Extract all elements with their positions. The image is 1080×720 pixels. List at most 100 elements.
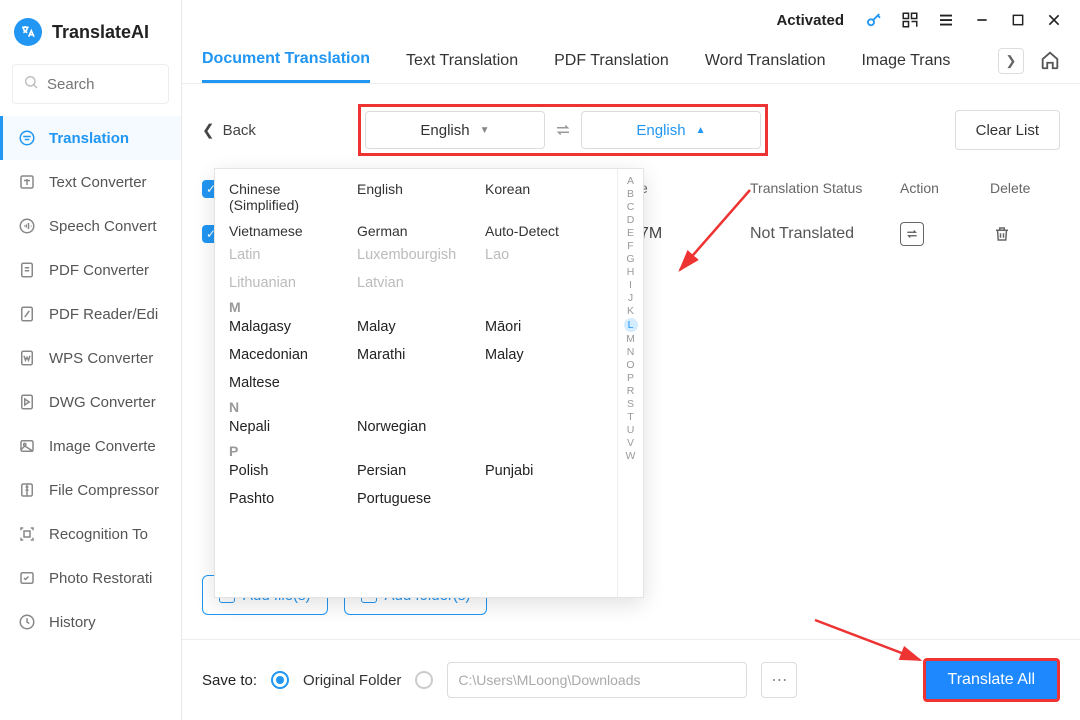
lang-option[interactable]: Macedonian xyxy=(229,347,347,363)
tabs: Document Translation Text Translation PD… xyxy=(182,40,1080,84)
back-button[interactable]: ❮ Back xyxy=(202,121,256,139)
alpha-letter[interactable]: T xyxy=(627,411,633,423)
sidebar-item-image-converter[interactable]: Image Converte xyxy=(0,424,181,468)
alpha-letter[interactable]: I xyxy=(629,279,632,291)
lang-option[interactable]: Auto-Detect xyxy=(485,223,603,239)
lang-option[interactable]: English xyxy=(357,181,475,213)
lang-option[interactable]: Pashto xyxy=(229,491,347,507)
lang-option[interactable]: Malagasy xyxy=(229,319,347,335)
lang-option[interactable]: Latvian xyxy=(357,275,475,291)
alpha-letter[interactable]: S xyxy=(627,398,634,410)
search-input[interactable] xyxy=(47,76,158,93)
lang-option[interactable]: Lao xyxy=(485,247,603,263)
lang-option[interactable]: Chinese (Simplified) xyxy=(229,181,347,213)
lang-option[interactable]: Lithuanian xyxy=(229,275,347,291)
lang-option[interactable]: Portuguese xyxy=(357,491,475,507)
sidebar-item-speech-convert[interactable]: Speech Convert xyxy=(0,204,181,248)
lang-option[interactable]: Luxembourgish xyxy=(357,247,475,263)
tab-text-translation[interactable]: Text Translation xyxy=(406,52,518,82)
sidebar-search[interactable] xyxy=(12,64,169,104)
close-icon[interactable] xyxy=(1044,10,1064,30)
key-icon[interactable] xyxy=(864,10,884,30)
alpha-letter[interactable]: O xyxy=(626,359,634,371)
lang-option[interactable]: Latin xyxy=(229,247,347,263)
lang-option[interactable]: Polish xyxy=(229,463,347,479)
sidebar-item-photo-restoration[interactable]: Photo Restorati xyxy=(0,556,181,600)
tabs-scroll-right[interactable]: ❯ xyxy=(998,48,1024,74)
alpha-letter[interactable]: K xyxy=(627,305,634,317)
lang-option[interactable]: Korean xyxy=(485,181,603,213)
lang-option[interactable]: Malay xyxy=(485,347,603,363)
alpha-letter[interactable]: N xyxy=(627,346,635,358)
alpha-letter[interactable]: U xyxy=(627,424,635,436)
translation-icon xyxy=(17,128,37,148)
clear-list-button[interactable]: Clear List xyxy=(955,110,1060,150)
lang-option[interactable]: German xyxy=(357,223,475,239)
radio-custom-path[interactable] xyxy=(415,671,433,689)
alpha-letter[interactable]: F xyxy=(627,240,633,252)
lang-option[interactable]: Punjabi xyxy=(485,463,603,479)
speech-icon xyxy=(17,216,37,236)
alpha-letter[interactable]: R xyxy=(627,385,635,397)
save-to-label: Save to: xyxy=(202,672,257,689)
row-action-button[interactable] xyxy=(900,222,924,246)
lang-option[interactable]: Maltese xyxy=(229,375,347,391)
sidebar-item-text-converter[interactable]: Text Converter xyxy=(0,160,181,204)
sidebar-item-pdf-reader[interactable]: PDF Reader/Edi xyxy=(0,292,181,336)
tab-image-translation[interactable]: Image Trans xyxy=(861,52,950,82)
sidebar-item-translation[interactable]: Translation xyxy=(0,116,181,160)
sidebar-item-history[interactable]: History xyxy=(0,600,181,644)
sidebar-item-dwg-converter[interactable]: DWG Converter xyxy=(0,380,181,424)
history-icon xyxy=(17,612,37,632)
alpha-letter[interactable]: H xyxy=(627,266,635,278)
sidebar-item-wps-converter[interactable]: WPS Converter xyxy=(0,336,181,380)
lang-option[interactable]: Persian xyxy=(357,463,475,479)
source-language-select[interactable]: English ▼ xyxy=(365,111,545,149)
tab-document-translation[interactable]: Document Translation xyxy=(202,50,370,83)
target-language-select[interactable]: English ▲ xyxy=(581,111,761,149)
lang-option[interactable]: Norwegian xyxy=(357,419,475,435)
lang-option[interactable]: Māori xyxy=(485,319,603,335)
row-delete-button[interactable] xyxy=(990,222,1014,246)
alpha-letter[interactable]: W xyxy=(626,450,636,462)
save-path-input[interactable]: C:\Users\MLoong\Downloads xyxy=(447,662,747,698)
lang-option[interactable]: Vietnamese xyxy=(229,223,347,239)
swap-languages-button[interactable] xyxy=(545,121,581,139)
alpha-letter[interactable]: L xyxy=(624,318,638,332)
alpha-section-n: N xyxy=(229,399,603,415)
tab-pdf-translation[interactable]: PDF Translation xyxy=(554,52,669,82)
qr-icon[interactable] xyxy=(900,10,920,30)
translate-logo-icon xyxy=(14,18,42,46)
wps-icon xyxy=(17,348,37,368)
lang-option[interactable]: Malay xyxy=(357,319,475,335)
lang-option[interactable]: Nepali xyxy=(229,419,347,435)
sidebar-item-file-compressor[interactable]: File Compressor xyxy=(0,468,181,512)
alpha-letter[interactable]: M xyxy=(626,333,635,345)
browse-path-button[interactable]: ⋯ xyxy=(761,662,797,698)
minimize-icon[interactable] xyxy=(972,10,992,30)
home-icon[interactable] xyxy=(1036,46,1064,74)
maximize-icon[interactable] xyxy=(1008,10,1028,30)
sidebar-item-pdf-converter[interactable]: PDF Converter xyxy=(0,248,181,292)
alpha-letter[interactable]: A xyxy=(627,175,634,187)
original-folder-label: Original Folder xyxy=(303,672,401,689)
photo-restore-icon xyxy=(17,568,37,588)
menu-icon[interactable] xyxy=(936,10,956,30)
sidebar-item-recognition[interactable]: Recognition To xyxy=(0,512,181,556)
alpha-letter[interactable]: J xyxy=(628,292,633,304)
alpha-letter[interactable]: C xyxy=(627,201,635,213)
dwg-icon xyxy=(17,392,37,412)
alpha-letter[interactable]: V xyxy=(627,437,634,449)
lang-option[interactable]: Marathi xyxy=(357,347,475,363)
tab-word-translation[interactable]: Word Translation xyxy=(705,52,826,82)
chevron-left-icon: ❮ xyxy=(202,121,215,139)
radio-original-folder[interactable] xyxy=(271,671,289,689)
alpha-letter[interactable]: E xyxy=(627,227,634,239)
alpha-letter[interactable]: P xyxy=(627,372,634,384)
alpha-letter[interactable]: D xyxy=(627,214,635,226)
translate-all-button[interactable]: Translate All xyxy=(923,658,1060,702)
col-size: e xyxy=(640,180,750,198)
alpha-letter[interactable]: G xyxy=(626,253,634,265)
alpha-letter[interactable]: B xyxy=(627,188,634,200)
activated-label: Activated xyxy=(776,12,844,29)
